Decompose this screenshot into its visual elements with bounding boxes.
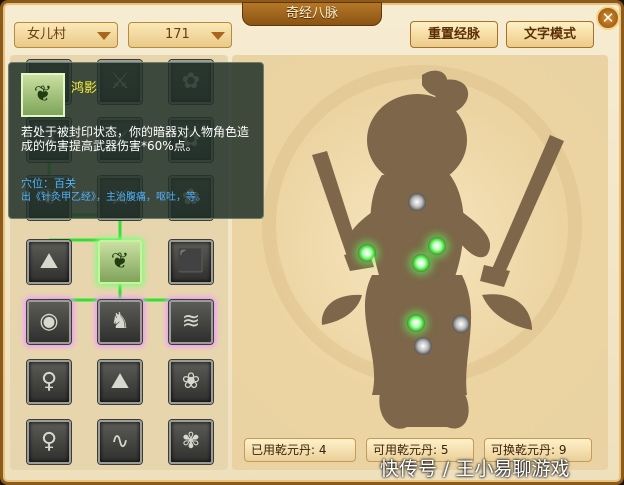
watermark: 快传号 / 王小易聊游戏 [380, 458, 570, 480]
skill-tile[interactable]: ◉ [27, 300, 71, 344]
acupoint-node[interactable] [452, 315, 470, 333]
skill-tile[interactable]: ⛰ [98, 360, 142, 404]
skill-tile[interactable]: ❀ [169, 360, 213, 404]
skill-tile[interactable]: ⛰ [27, 240, 71, 284]
acupoint-node[interactable] [408, 193, 426, 211]
skill-tile[interactable]: ⬛ [169, 240, 213, 284]
skill-tile[interactable]: ♀ [27, 420, 71, 464]
skill-tile[interactable]: ≋ [169, 300, 213, 344]
acupoint-node[interactable] [414, 337, 432, 355]
used-qianyuandan: 已用乾元丹: 4 [244, 438, 356, 462]
skill-tile[interactable]: ∿ [98, 420, 142, 464]
acupoint-node-lit[interactable] [358, 244, 376, 262]
skill-tile[interactable]: ♞ [98, 300, 142, 344]
tooltip-skill-name: 鸿影 [71, 81, 98, 96]
skill-tile-selected[interactable]: ❦ [98, 240, 142, 284]
skill-tile[interactable]: ♀ [27, 360, 71, 404]
tooltip-description: 若处于被封印状态，你的暗器对人物角色造成的伤害提高武器伤害*60%点。 [21, 125, 250, 153]
acupoint-node-lit[interactable] [407, 314, 425, 332]
tooltip-skill-icon: ❦ [21, 73, 65, 117]
acupoint-node-lit[interactable] [412, 254, 430, 272]
acupoint-node-lit[interactable] [428, 237, 446, 255]
tooltip-source: 出《针灸甲乙经》，主治腹痛，呕吐，等。 [21, 192, 206, 203]
skill-tile[interactable]: ✾ [169, 420, 213, 464]
tooltip-acupoint: 穴位：百关 [21, 177, 76, 190]
skill-tooltip: ❦ 鸿影 若处于被封印状态，你的暗器对人物角色造成的伤害提高武器伤害*60%点。… [8, 62, 264, 219]
